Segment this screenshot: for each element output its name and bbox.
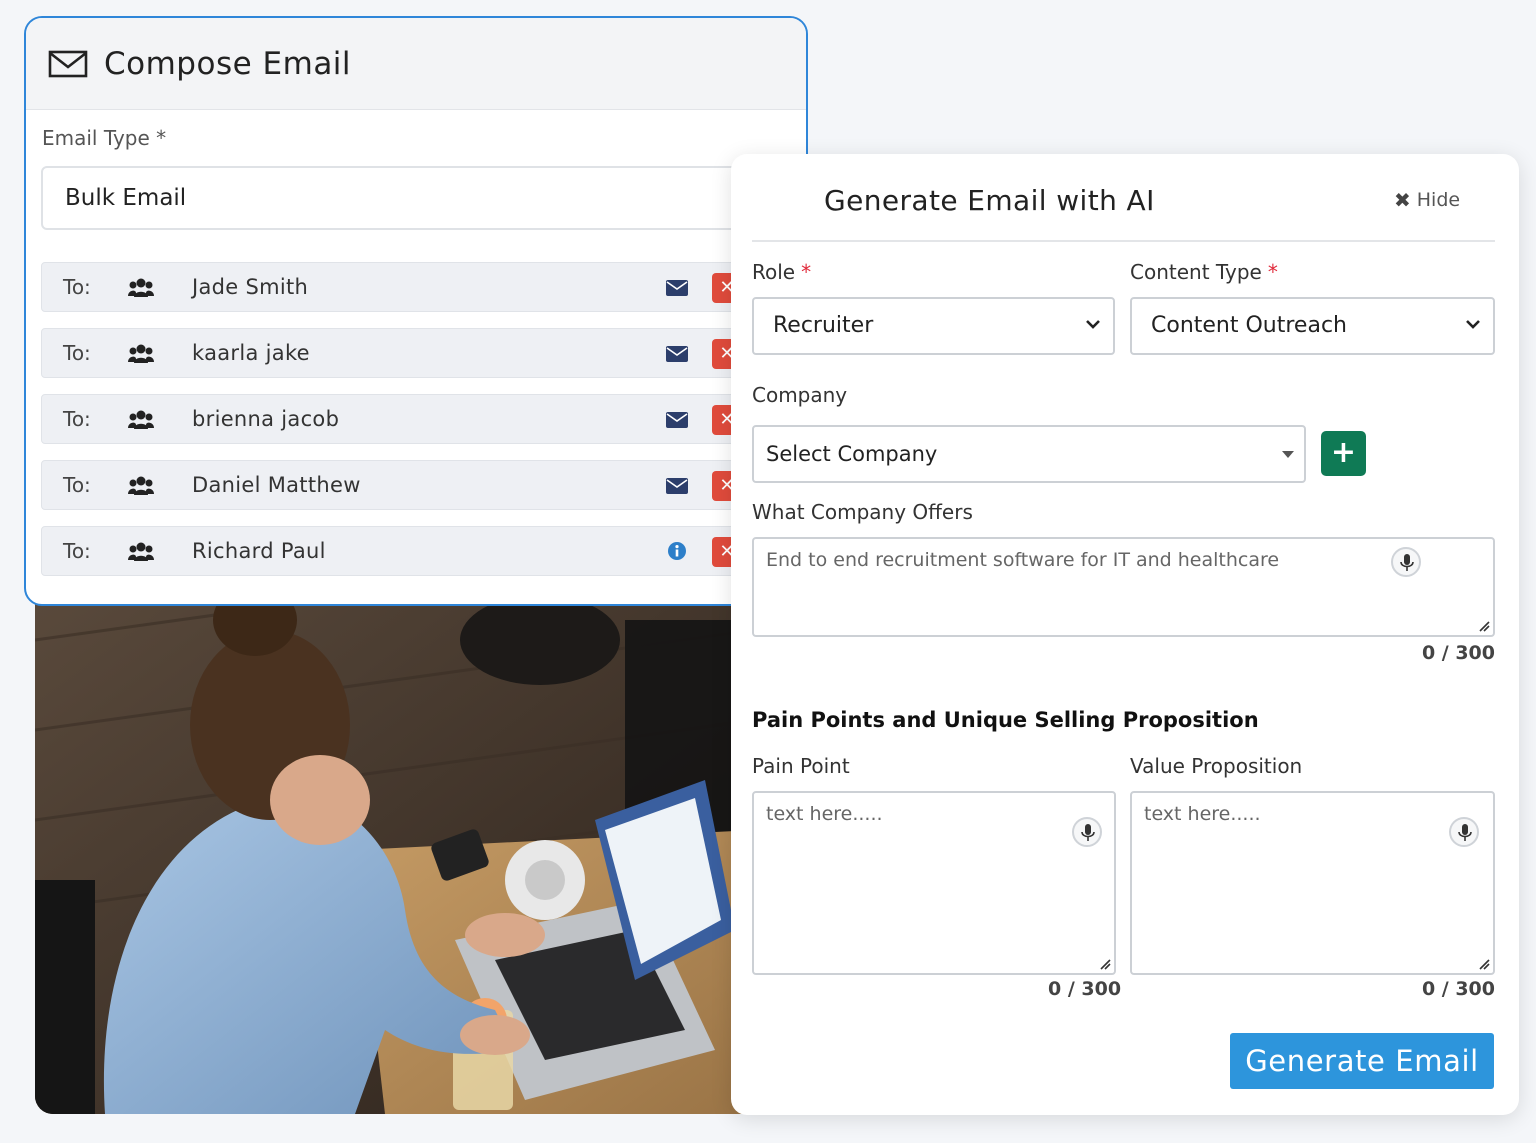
recipient-row: To: kaarla jake ✕ [41,328,801,378]
recipient-name: Jade Smith [192,275,309,299]
value-prop-label: Value Proposition [1130,754,1303,778]
pain-point-placeholder: text here..... [766,803,883,825]
pain-point-textarea[interactable]: text here..... [752,791,1116,975]
company-value: Select Company [766,442,938,466]
chevron-down-icon [1086,320,1100,329]
users-group-icon [128,476,154,495]
generate-email-button[interactable]: Generate Email [1230,1033,1494,1089]
value-prop-placeholder: text here..... [1144,803,1261,825]
recipient-list: To: Jade Smith ✕ To: kaarla jake ✕ To: b… [41,262,801,592]
microphone-icon[interactable] [1449,817,1479,847]
recipient-row: To: Daniel Matthew ✕ [41,460,801,510]
users-group-icon [128,542,154,561]
microphone-icon[interactable] [1072,817,1102,847]
to-label: To: [63,341,91,365]
hide-label: Hide [1416,189,1461,211]
offers-counter: 0 / 300 [1421,642,1495,664]
recipient-name: Richard Paul [192,539,326,563]
to-label: To: [63,473,91,497]
offers-textarea[interactable]: End to end recruitment software for IT a… [752,537,1495,637]
ai-panel-title: Generate Email with AI [824,184,1155,217]
recipient-row: To: Richard Paul ✕ [41,526,801,576]
hide-button[interactable]: ✖ Hide [1394,188,1460,212]
workspace-photo [35,580,755,1114]
resize-grip-icon[interactable] [1478,958,1490,970]
users-group-icon [128,278,154,297]
content-type-label: Content Type * [1130,260,1278,284]
envelope-icon[interactable] [666,280,688,296]
section-title: Pain Points and Unique Selling Propositi… [752,708,1259,732]
divider [752,240,1495,242]
offers-placeholder: End to end recruitment software for IT a… [766,549,1280,571]
role-label: Role * [752,260,812,284]
add-company-button[interactable]: + [1321,431,1366,476]
recipient-row: To: Jade Smith ✕ [41,262,801,312]
pain-point-counter: 0 / 300 [1048,978,1122,1000]
email-type-label: Email Type * [42,126,167,150]
recipient-name: Daniel Matthew [192,473,361,497]
resize-grip-icon[interactable] [1099,958,1111,970]
envelope-icon[interactable] [666,412,688,428]
company-select[interactable]: Select Company [752,425,1306,483]
compose-header: Compose Email [26,18,806,110]
caret-down-icon [1282,451,1294,458]
value-prop-counter: 0 / 300 [1421,978,1495,1000]
users-group-icon [128,344,154,363]
ai-generate-panel: Generate Email with AI ✖ Hide Role * Recr… [731,154,1519,1115]
required-mark: * [801,260,812,284]
mail-icon [48,50,88,77]
role-value: Recruiter [773,313,874,338]
recipient-name: kaarla jake [192,341,310,365]
resize-grip-icon[interactable] [1478,620,1490,632]
content-type-select[interactable]: Content Outreach [1130,297,1495,355]
email-type-field[interactable]: Bulk Email [41,166,801,230]
pain-point-label: Pain Point [752,754,850,778]
offers-label: What Company Offers [752,500,973,524]
recipient-row: To: brienna jacob ✕ [41,394,801,444]
company-label: Company [752,383,848,407]
microphone-icon[interactable] [1391,547,1421,577]
compose-email-panel: Compose Email Email Type * Bulk Email To… [24,16,808,606]
compose-title: Compose Email [104,45,352,82]
value-prop-textarea[interactable]: text here..... [1130,791,1495,975]
required-mark: * [1267,260,1278,284]
envelope-icon[interactable] [666,478,688,494]
content-type-value: Content Outreach [1151,313,1347,338]
users-group-icon [128,410,154,429]
envelope-icon[interactable] [666,346,688,362]
recipient-name: brienna jacob [192,407,340,431]
role-select[interactable]: Recruiter [752,297,1115,355]
chevron-down-icon [1466,320,1480,329]
to-label: To: [63,407,91,431]
info-icon[interactable] [667,541,687,561]
to-label: To: [63,275,91,299]
to-label: To: [63,539,91,563]
close-icon: ✖ [1394,188,1411,212]
